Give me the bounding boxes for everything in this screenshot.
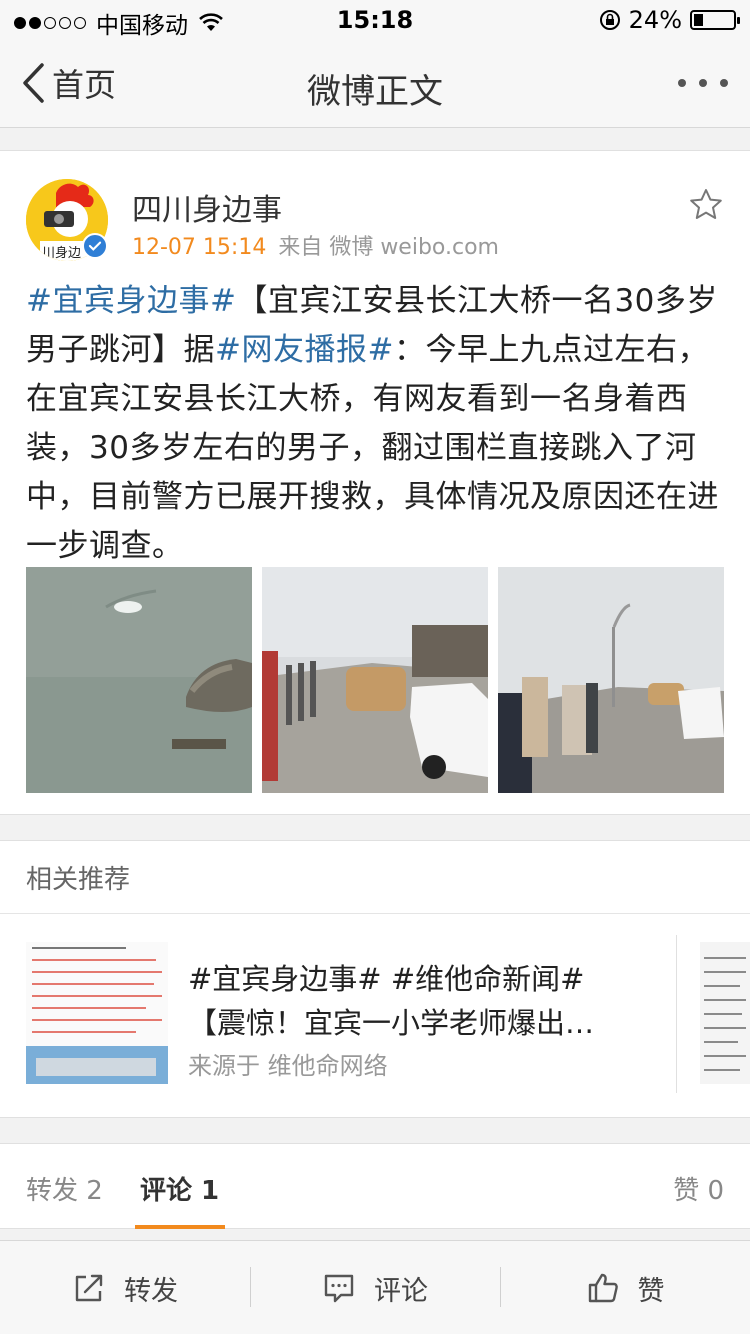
related-thumbnail xyxy=(26,942,168,1084)
photo-bridge-crowd[interactable] xyxy=(262,567,488,793)
author-name[interactable]: 四川身边事 xyxy=(132,185,282,229)
divider xyxy=(676,935,677,1093)
more-button[interactable] xyxy=(678,70,728,96)
post-card: 川身边 四川身边事 12-07 15:14 来自 微博 weibo.com #宜宾… xyxy=(0,150,750,815)
battery-percent: 24% xyxy=(628,6,682,34)
more-dot-icon xyxy=(699,79,707,87)
post-source: 来自 微博 weibo.com xyxy=(278,235,499,260)
tabs-section: 转发 2 评论 1 赞 0 xyxy=(0,1143,750,1229)
related-section: 相关推荐 #宜宾身边事# #维他命新闻# 【震惊！宜宾一小学老师爆出… 来源于 … xyxy=(0,840,750,1118)
rotation-lock-icon xyxy=(599,10,620,30)
battery-icon xyxy=(690,10,740,30)
hashtag-link[interactable]: #宜宾身边事# xyxy=(26,283,236,319)
repost-button[interactable]: 转发 xyxy=(0,1241,250,1334)
status-bar: 中国移动 15:18 24% xyxy=(0,0,750,40)
like-label: 赞 xyxy=(637,1275,665,1307)
related-item[interactable]: #宜宾身边事# #维他命新闻# 【震惊！宜宾一小学老师爆出… 来源于 维他命网络 xyxy=(0,914,676,1118)
photo-river-boat[interactable] xyxy=(26,567,252,793)
favorite-star-icon[interactable] xyxy=(688,187,724,223)
hashtag-link[interactable]: #网友播报# xyxy=(215,332,394,368)
photo-bridge-onlookers[interactable] xyxy=(498,567,724,793)
svg-text:川身边: 川身边 xyxy=(42,245,81,261)
post-meta: 12-07 15:14 来自 微博 weibo.com xyxy=(132,229,499,261)
related-thumbnail-next[interactable] xyxy=(700,942,750,1084)
comment-label: 评论 xyxy=(374,1275,428,1307)
repost-label: 转发 xyxy=(124,1275,178,1307)
related-source: 来源于 维他命网络 xyxy=(188,1052,388,1080)
more-dot-icon xyxy=(678,79,686,87)
related-title: #宜宾身边事# #维他命新闻# xyxy=(188,962,585,996)
verified-icon xyxy=(82,233,108,259)
back-button[interactable]: 首页 xyxy=(20,60,116,106)
related-header: 相关推荐 xyxy=(26,865,131,895)
tab-likes[interactable]: 赞 0 xyxy=(673,1170,724,1207)
tab-reposts[interactable]: 转发 2 xyxy=(26,1170,103,1207)
like-button[interactable]: 赞 xyxy=(500,1241,750,1334)
battery-fill xyxy=(694,14,703,26)
tab-active-indicator xyxy=(135,1225,225,1229)
back-label: 首页 xyxy=(52,66,117,104)
post-text: #宜宾身边事#【宜宾江安县长江大桥一名30多岁男子跳河】据#网友播报#：今早上九… xyxy=(26,277,726,571)
thumbs-up-icon xyxy=(588,1273,618,1303)
status-right: 24% xyxy=(599,6,740,34)
chevron-left-icon xyxy=(23,63,44,103)
related-title-line2: 【震惊！宜宾一小学老师爆出… xyxy=(188,1006,595,1040)
tab-comments[interactable]: 评论 1 xyxy=(140,1170,219,1207)
comment-button[interactable]: 评论 xyxy=(250,1241,500,1334)
comment-icon xyxy=(324,1274,354,1303)
more-dot-icon xyxy=(720,79,728,87)
post-time: 12-07 15:14 xyxy=(132,235,267,260)
nav-bar: 首页 微博正文 xyxy=(0,40,750,128)
repost-icon xyxy=(75,1274,103,1302)
photo-grid xyxy=(26,567,724,793)
bottom-action-bar: 转发 评论 赞 xyxy=(0,1240,750,1334)
